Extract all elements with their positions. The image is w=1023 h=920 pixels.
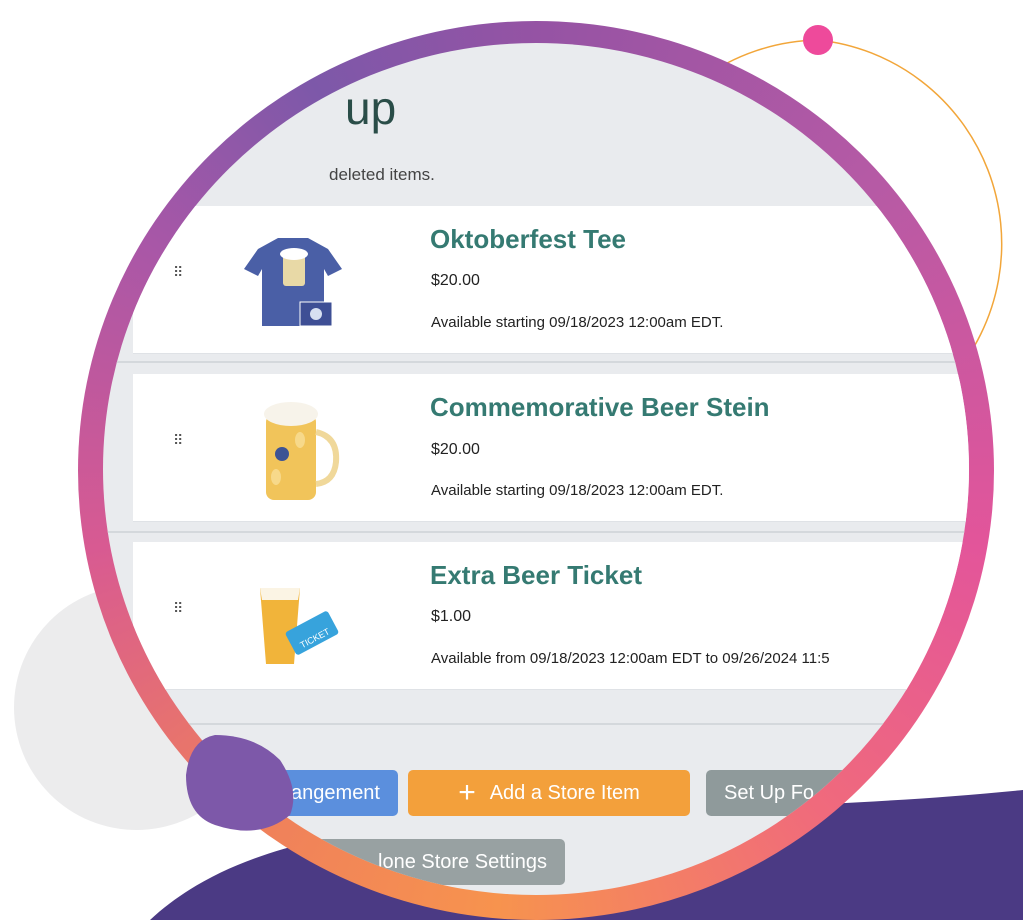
item-price: $20.00 xyxy=(431,441,480,458)
set-up-button[interactable]: Set Up Fo xyxy=(706,770,886,816)
beer-stein-image xyxy=(264,402,340,500)
card-divider xyxy=(103,531,969,533)
blue-tshirt-image xyxy=(244,238,342,327)
save-arrangement-button[interactable]: rangement xyxy=(183,770,398,816)
store-item-card[interactable]: ⠿ TICKET Extra Beer Ticket $1.00 Availab… xyxy=(133,542,969,690)
item-title[interactable]: Commemorative Beer Stein xyxy=(430,392,770,423)
store-settings-label: lone Store Settings xyxy=(378,850,547,873)
store-item-card[interactable]: ⠿ Oktoberfest Tee $20.00 Available start… xyxy=(133,206,969,354)
item-availability: Available starting 09/18/2023 12:00am ED… xyxy=(431,482,724,499)
drag-handle-icon[interactable]: ⠿ xyxy=(173,601,185,622)
zoomed-screenshot: up deleted items. ⠿ Oktoberfest Tee $20.… xyxy=(103,43,969,895)
store-settings-button[interactable]: lone Store Settings xyxy=(203,839,565,885)
item-price: $1.00 xyxy=(431,608,472,625)
add-store-item-button[interactable]: + Add a Store Item xyxy=(408,770,690,816)
set-up-label: Set Up Fo xyxy=(724,781,815,804)
add-store-item-label: Add a Store Item xyxy=(489,781,640,804)
page-subtitle: deleted items. xyxy=(329,165,435,184)
item-price: $20.00 xyxy=(431,272,480,289)
card-divider xyxy=(103,723,969,725)
drag-handle-icon[interactable]: ⠿ xyxy=(173,433,185,454)
item-availability: Available starting 09/18/2023 12:00am ED… xyxy=(431,314,724,331)
plus-icon: + xyxy=(458,776,476,809)
save-arrangement-label: rangement xyxy=(284,781,380,804)
item-title[interactable]: Oktoberfest Tee xyxy=(430,224,626,255)
item-title[interactable]: Extra Beer Ticket xyxy=(430,560,642,591)
page-title: up xyxy=(345,82,397,134)
card-divider xyxy=(103,361,969,363)
beer-and-ticket-image: TICKET xyxy=(260,588,339,664)
drag-handle-icon[interactable]: ⠿ xyxy=(173,265,185,286)
item-availability: Available from 09/18/2023 12:00am EDT to… xyxy=(431,650,830,667)
store-item-card[interactable]: ⠿ Commemorative Beer Stein $20.00 Availa… xyxy=(133,374,969,522)
